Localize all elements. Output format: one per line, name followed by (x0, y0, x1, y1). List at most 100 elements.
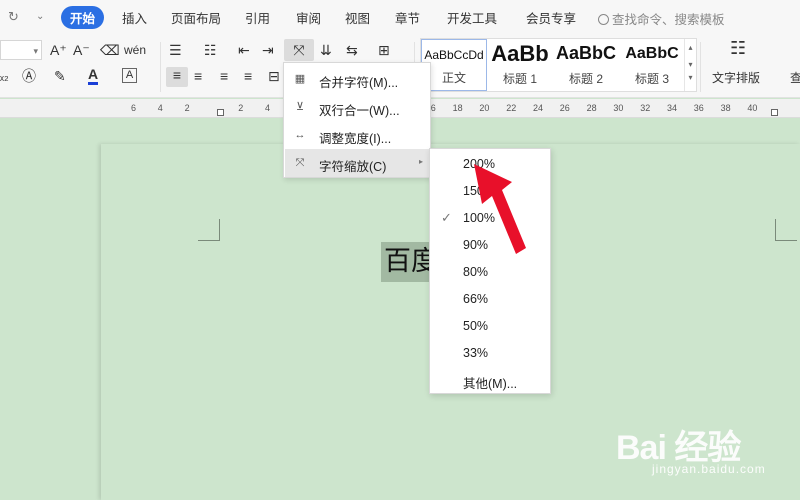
tab-view[interactable]: 视图 (345, 8, 370, 27)
menu-item-merge-chars[interactable]: ▦ 合并字符(M)... (285, 65, 431, 93)
scale-option-33[interactable]: 33% (430, 340, 550, 367)
ruler-tick: 30 (613, 103, 624, 113)
style-sample: AaBbC (555, 43, 616, 63)
ruler-tick: 34 (667, 103, 678, 113)
text-effect-icon[interactable]: Ⓐ (22, 68, 36, 84)
sort-icon[interactable]: ⇊ (320, 42, 332, 58)
indent-marker[interactable] (217, 109, 224, 116)
style-name: 标题 3 (634, 72, 669, 86)
line-spacing-icon[interactable]: ⇆ (346, 42, 358, 58)
scale-option-label: 33% (463, 346, 489, 360)
chevron-right-icon: ▸ (418, 157, 423, 166)
scale-option-50[interactable]: 50% (430, 313, 550, 340)
style-gallery-scroll[interactable]: ▴ ▾ ▾ (684, 39, 696, 91)
scale-option-label: 其他(M)... (463, 377, 518, 391)
chevron-down-icon[interactable]: ▾ (685, 60, 696, 69)
annotation-arrow-icon (474, 164, 526, 254)
ruler-tick: 20 (479, 103, 490, 113)
menu-item-label: 字符缩放(C) (319, 160, 387, 174)
adjust-width-icon: ↔ (294, 129, 306, 141)
text-layout-icon[interactable]: ☷ (730, 39, 746, 57)
indent-icon[interactable]: ⇥ (262, 42, 274, 58)
merge-chars-icon: ▦ (294, 73, 306, 85)
tab-stop-icon[interactable]: ⊞ (378, 42, 390, 58)
char-scale-button[interactable]: ⤧ (284, 39, 314, 61)
ruler-tick: 4 (157, 103, 163, 113)
more-styles-icon[interactable]: ▾ (685, 73, 696, 82)
crop-mark (198, 219, 220, 241)
align-right-icon[interactable]: ≡ (220, 68, 228, 84)
scale-option-80[interactable]: 80% (430, 259, 550, 286)
ruler-tick: 38 (720, 103, 731, 113)
right-indent-marker[interactable] (771, 109, 778, 116)
tab-member[interactable]: 会员专享 (526, 8, 576, 27)
watermark-domain: jingyan.baidu.com (652, 462, 766, 476)
font-shrink-icon[interactable]: A⁻ (73, 42, 90, 58)
style-heading-1[interactable]: AaBb 标题 1 (487, 39, 553, 91)
phonetic-guide-icon[interactable]: wén (124, 42, 146, 58)
scale-option-label: 80% (463, 265, 489, 279)
menu-item-char-scale[interactable]: ⤧ 字符缩放(C) ▸ (285, 149, 431, 177)
clear-format-icon[interactable]: ⌫ (100, 42, 120, 58)
check-icon: ✓ (441, 210, 452, 225)
tab-references[interactable]: 引用 (245, 8, 270, 27)
char-scale-dropdown: ▦ 合并字符(M)... ⊻ 双行合一(W)... ↔ 调整宽度(I)... ⤧… (283, 62, 431, 178)
chevron-down-icon[interactable]: ⌄ (36, 11, 44, 22)
style-gallery: AaBbCcDd 正文 AaBb 标题 1 AaBbC 标题 2 AaBbC 标… (420, 38, 697, 92)
ruler-tick: 2 (238, 103, 244, 113)
align-center-icon[interactable]: ≡ (194, 68, 202, 84)
style-sample: AaBbCcDd (424, 48, 484, 62)
scale-option-66[interactable]: 66% (430, 286, 550, 313)
menu-item-label: 调整宽度(I)... (319, 132, 392, 146)
ruler-tick: 28 (586, 103, 597, 113)
tab-page-layout[interactable]: 页面布局 (171, 8, 221, 27)
tab-review[interactable]: 审阅 (296, 8, 321, 27)
search-icon (598, 14, 609, 25)
menu-item-two-lines[interactable]: ⊻ 双行合一(W)... (285, 93, 431, 121)
justify-icon[interactable]: ≡ (244, 68, 252, 84)
font-grow-icon[interactable]: A⁺ (50, 42, 67, 58)
highlight-icon[interactable]: ✎ (54, 68, 66, 84)
style-name: 标题 1 (502, 72, 537, 86)
char-scale-icon: ⤧ (293, 42, 305, 58)
group-separator (700, 42, 701, 92)
tab-home[interactable]: 开始 (61, 6, 105, 29)
menu-item-adjust-width[interactable]: ↔ 调整宽度(I)... (285, 121, 431, 149)
tab-developer[interactable]: 开发工具 (447, 8, 497, 27)
font-color-icon[interactable]: A (88, 66, 99, 85)
tab-insert[interactable]: 插入 (122, 8, 147, 27)
command-search[interactable]: 查找命令、搜索模板 (598, 9, 725, 28)
style-heading-2[interactable]: AaBbC 标题 2 (553, 39, 619, 91)
style-sample: AaBb (491, 41, 549, 66)
numbered-list-icon[interactable]: ☷ (204, 42, 217, 58)
char-border-icon[interactable]: A (122, 68, 137, 83)
style-sample: AaBbC (625, 45, 679, 62)
ruler-tick: 22 (506, 103, 517, 113)
ruler-tick: 32 (640, 103, 651, 113)
style-name: 标题 2 (568, 72, 603, 86)
outdent-icon[interactable]: ⇤ (238, 42, 250, 58)
distribute-icon[interactable]: ⊟ (268, 68, 280, 84)
text-layout-button[interactable]: 文字排版 (712, 70, 760, 86)
menu-item-label: 合并字符(M)... (319, 76, 399, 90)
subscript-icon[interactable]: ₓ₂ (0, 68, 9, 84)
chevron-up-icon[interactable]: ▴ (685, 43, 696, 52)
tab-chapter[interactable]: 章节 (395, 8, 420, 27)
two-lines-icon: ⊻ (295, 101, 305, 113)
ruler-tick: 26 (559, 103, 570, 113)
search-placeholder: 查找命令、搜索模板 (612, 13, 725, 27)
font-size-select[interactable]: ▾ (0, 40, 42, 60)
find-button[interactable]: 查 (790, 70, 800, 86)
ruler-tick: 36 (693, 103, 704, 113)
ruler-tick: 4 (265, 103, 271, 113)
align-left-icon[interactable]: ≡ (166, 67, 188, 87)
crop-mark (775, 219, 797, 241)
ruler-tick: 6 (131, 103, 137, 113)
scale-option-label: 50% (463, 319, 489, 333)
bullet-list-icon[interactable]: ☰ (169, 42, 182, 58)
group-separator (160, 42, 161, 92)
style-heading-3[interactable]: AaBbC 标题 3 (619, 39, 685, 91)
menu-item-label: 双行合一(W)... (319, 104, 400, 118)
scale-option-other[interactable]: 其他(M)... (430, 367, 550, 394)
redo-icon[interactable]: ↻ (8, 9, 19, 25)
